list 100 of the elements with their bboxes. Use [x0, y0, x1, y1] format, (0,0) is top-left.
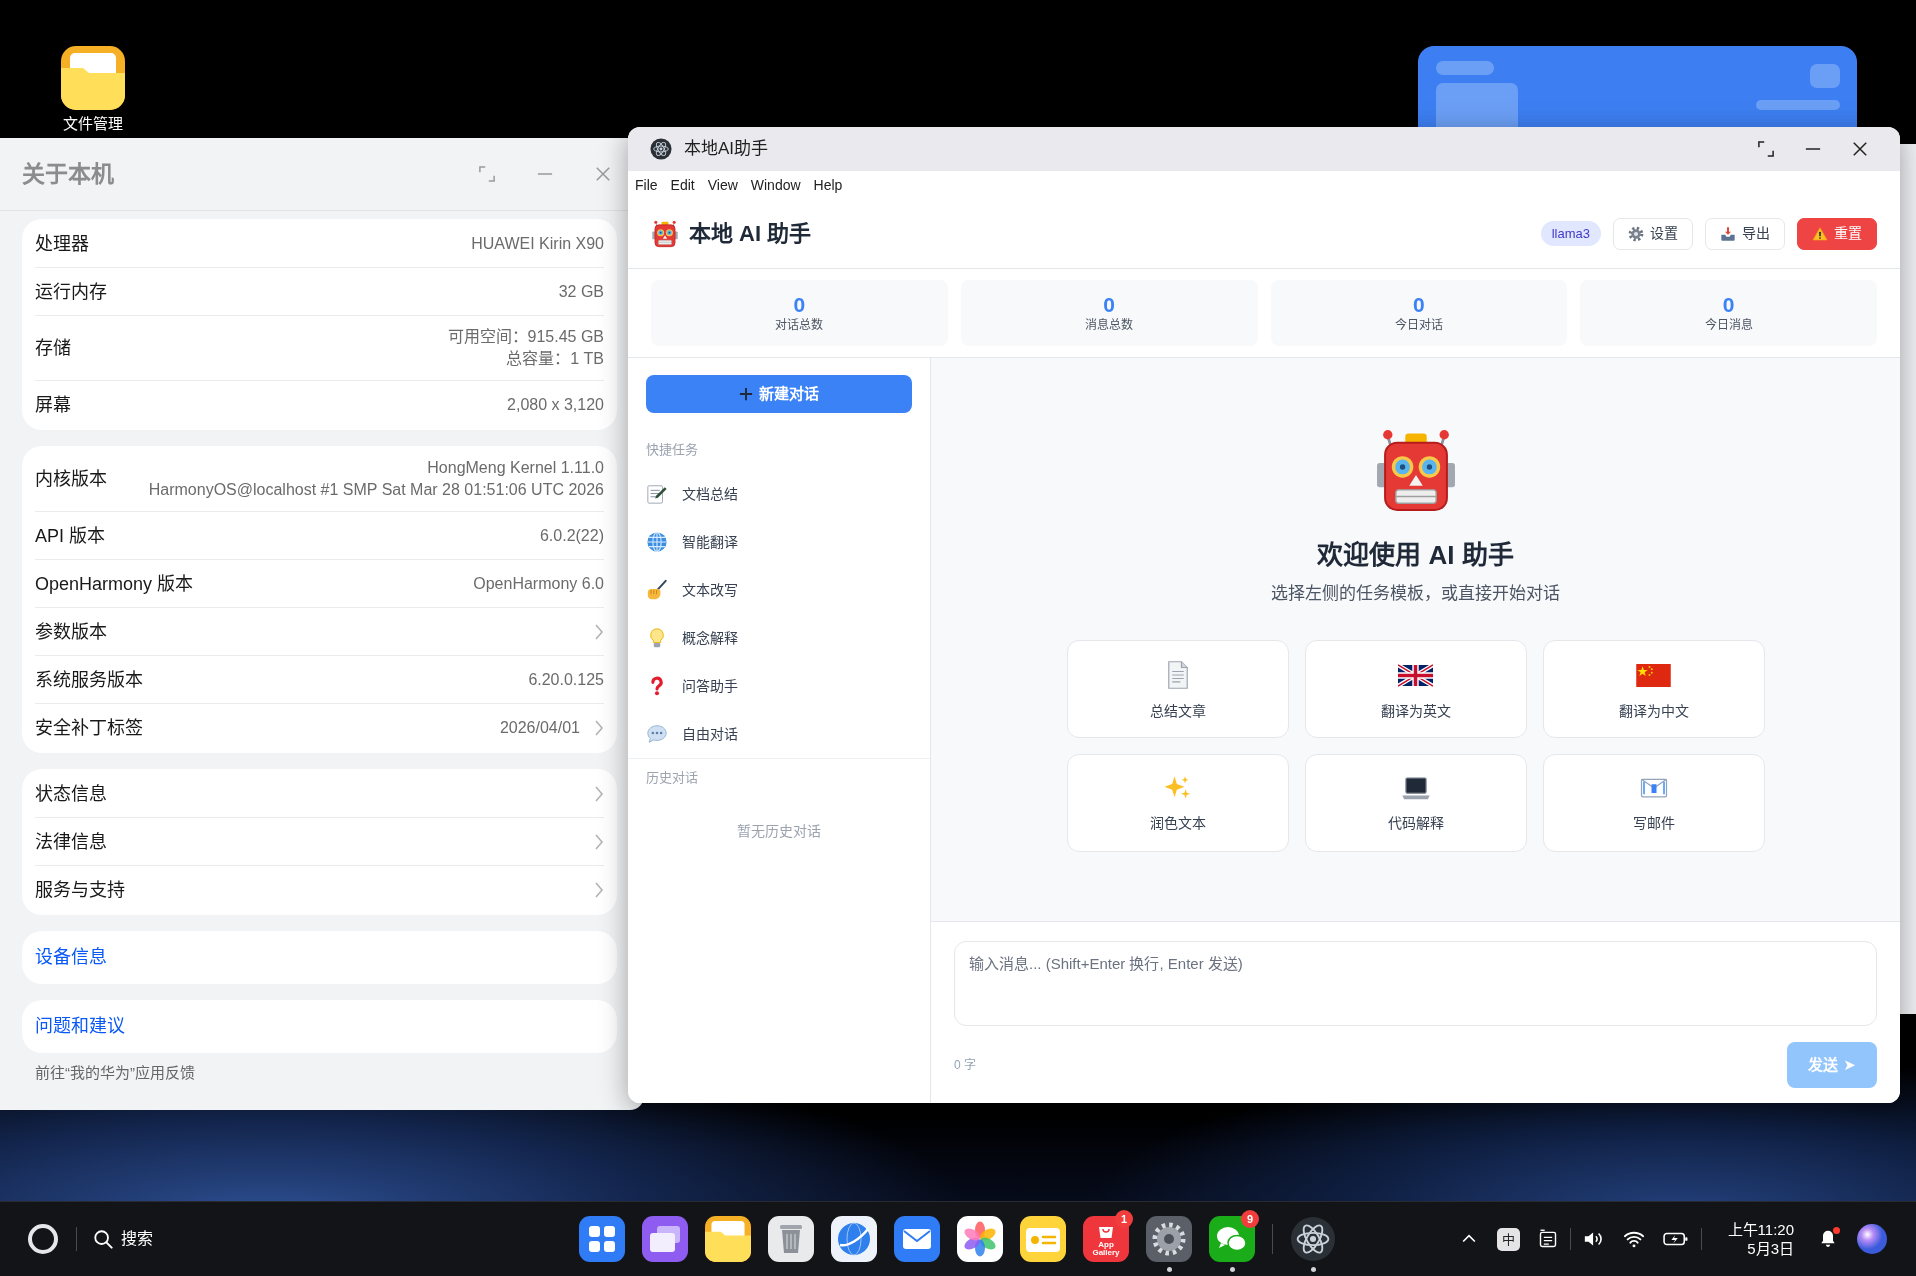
stat-value: 0	[1722, 293, 1735, 317]
section-heading: 快捷任务	[646, 441, 699, 459]
chat-bubbles-icon[interactable]	[1209, 1216, 1255, 1262]
menu-item[interactable]: Help	[813, 176, 843, 194]
clock-time: 上午11:20	[1727, 1220, 1794, 1239]
stat-value: 0	[793, 293, 806, 317]
row-label: 服务与支持	[35, 879, 125, 902]
notepad-icon[interactable]	[1537, 1229, 1558, 1249]
row-value: 32 GB	[558, 281, 604, 302]
memo-icon	[646, 483, 668, 505]
row-value: HongMeng Kernel 1.11.0	[427, 458, 604, 478]
app-title: 本地 AI 助手	[689, 219, 812, 248]
plus-icon	[739, 387, 753, 401]
template-card[interactable]: 润色文本	[1066, 754, 1289, 852]
task-item[interactable]: 文本改写	[646, 566, 912, 614]
task-item[interactable]: 概念解释	[646, 614, 912, 662]
laptop-icon	[1400, 774, 1431, 802]
menu-item[interactable]: File	[635, 176, 658, 194]
note-card-icon[interactable]	[1020, 1216, 1066, 1262]
robot-icon	[651, 219, 679, 248]
row-label: 法律信息	[35, 830, 107, 854]
uk-flag-icon	[1398, 664, 1433, 687]
template-card[interactable]: 总结文章	[1066, 640, 1289, 738]
stat-value: 0	[1413, 293, 1425, 317]
task-item[interactable]: 问答助手	[646, 662, 912, 710]
speech-bubble-icon	[646, 723, 668, 745]
gradient-orb-icon[interactable]	[1856, 1223, 1888, 1255]
menu-item[interactable]: Edit	[670, 176, 695, 194]
window-title: 关于本机	[22, 160, 114, 189]
reset-button[interactable]: 重置	[1797, 217, 1877, 250]
row-label: 内核版本	[35, 468, 107, 491]
warning-icon	[1812, 225, 1828, 242]
unread-count-badge: 1	[1115, 1210, 1133, 1228]
task-item[interactable]: 自由对话	[646, 710, 912, 758]
desktop-icon-label: 文件管理	[63, 115, 123, 133]
globe-icon[interactable]	[831, 1216, 877, 1262]
message-input[interactable]: 输入消息... (Shift+Enter 换行, Enter 发送)	[954, 941, 1877, 1026]
row-value: HUAWEI Kirin X90	[471, 233, 604, 254]
ring-icon[interactable]	[26, 1222, 60, 1256]
row-value: 2,080 x 3,120	[507, 395, 604, 415]
template-card[interactable]: 翻译为中文	[1542, 640, 1765, 738]
row-label: OpenHarmony 版本	[35, 572, 194, 596]
section-heading: 历史对话	[646, 769, 699, 787]
clock-date: 5月3日	[1746, 1239, 1794, 1258]
folder-icon[interactable]	[61, 46, 125, 110]
search-button[interactable]: 搜索	[93, 1227, 153, 1251]
row-value: OpenHarmony 6.0	[473, 573, 604, 594]
row-value: 可用空间：915.45 GB	[447, 327, 604, 347]
settings-button[interactable]: 设置	[1613, 217, 1693, 250]
empty-history-text: 暂无历史对话	[736, 822, 822, 841]
writing-hand-icon	[646, 579, 668, 601]
flower-icon[interactable]	[957, 1216, 1003, 1262]
atom-icon[interactable]	[1290, 1216, 1336, 1262]
row-value: 2026/04/01	[499, 718, 580, 738]
row-label: 安全补丁标签	[35, 717, 143, 740]
envelope-icon[interactable]	[894, 1216, 940, 1262]
task-item[interactable]: 智能翻译	[646, 518, 912, 566]
footnote-text: 前往“我的华为”应用反馈	[34, 1063, 196, 1083]
character-count: 0 字	[954, 1057, 976, 1073]
new-chat-button[interactable]: 新建对话	[646, 375, 912, 413]
task-item[interactable]: 文档总结	[646, 470, 912, 518]
model-tag: llama3	[1540, 221, 1601, 246]
stat-label: 今日消息	[1704, 317, 1753, 333]
row-label: 系统服务版本	[35, 668, 143, 692]
stat-label: 今日对话	[1394, 317, 1443, 333]
template-card[interactable]: 代码解释	[1304, 754, 1527, 852]
unread-count-badge: 9	[1241, 1210, 1259, 1228]
china-flag-icon	[1636, 664, 1671, 687]
app-grid-icon[interactable]	[579, 1216, 625, 1262]
row-value: 6.20.0.125	[528, 669, 604, 690]
globe-icon	[646, 531, 668, 553]
atom-icon	[650, 138, 672, 160]
menu-item[interactable]: Window	[750, 176, 801, 194]
export-button[interactable]: 导出	[1705, 217, 1785, 250]
template-card[interactable]: 翻译为英文	[1304, 640, 1527, 738]
row-value: HarmonyOS@localhost #1 SMP Sat Mar 28 01:51:06 UTC 2026	[148, 480, 604, 500]
expand-icon[interactable]	[1758, 141, 1774, 157]
welcome-title: 欢迎使用 AI 助手	[1317, 539, 1514, 572]
window-title: 本地AI助手	[684, 138, 769, 160]
search-icon	[93, 1229, 113, 1249]
row-value: 总容量：1 TB	[506, 349, 604, 369]
link-card[interactable]: 设备信息	[22, 931, 617, 984]
stacked-windows-icon[interactable]	[642, 1216, 688, 1262]
row-label: 运行内存	[35, 280, 107, 304]
input-method-indicator[interactable]: 中	[1496, 1227, 1520, 1251]
row-label: 参数版本	[35, 620, 107, 644]
row-label: 状态信息	[35, 782, 107, 806]
trash-can-icon[interactable]	[768, 1216, 814, 1262]
folder-icon[interactable]	[705, 1216, 751, 1262]
row-label: 屏幕	[35, 394, 71, 417]
row-label: 存储	[35, 337, 71, 360]
welcome-subtitle: 选择左侧的任务模板，或直接开始对话	[1271, 583, 1560, 605]
close-icon[interactable]	[1852, 141, 1868, 157]
gear-icon[interactable]	[1146, 1216, 1192, 1262]
menu-item[interactable]: View	[707, 176, 738, 194]
link-card[interactable]: 问题和建议	[22, 1000, 617, 1053]
gear-icon	[1628, 225, 1644, 242]
inbox-tray-icon	[1720, 225, 1736, 242]
row-label: 处理器	[35, 232, 89, 256]
template-card[interactable]: 写邮件	[1542, 754, 1765, 852]
